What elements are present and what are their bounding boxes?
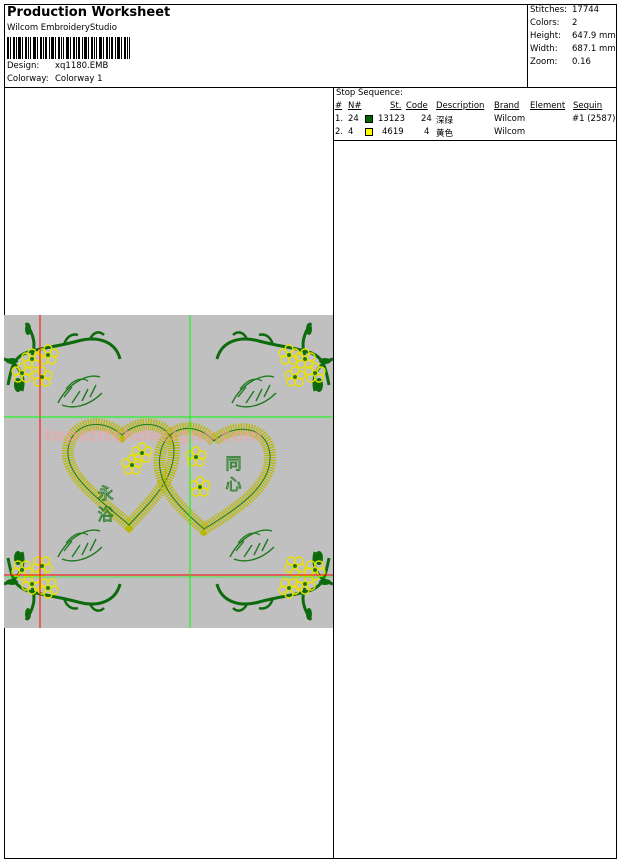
watermark-text: topstitchdesigns.com — [44, 425, 262, 446]
design-value: xq1180.EMB — [55, 61, 109, 71]
color-swatch — [365, 115, 373, 123]
embroidery-design: 永 浴 同 心 topstitchdesigns.com — [4, 315, 333, 628]
colorway-label: Colorway: — [7, 74, 49, 84]
stat-width: Width: 687.1 mm — [530, 44, 616, 54]
heart-left-text: 永 浴 — [95, 485, 114, 522]
col-header: Element — [530, 101, 566, 111]
barcode-icon — [7, 37, 130, 59]
stat-zoom: Zoom: 0.16 — [530, 57, 591, 67]
col-header: Brand — [494, 101, 520, 111]
stat-height: Height: 647.9 mm — [530, 31, 616, 41]
colorway-value: Colorway 1 — [55, 74, 103, 84]
worksheet-header: Production Worksheet Wilcom EmbroiderySt… — [4, 4, 617, 88]
col-header: Description — [436, 101, 485, 111]
page-title: Production Worksheet — [7, 5, 171, 20]
company-name: Wilcom EmbroideryStudio — [7, 23, 117, 33]
stat-colors: Colors: 2 — [530, 18, 578, 28]
heart-right-text: 同 心 — [223, 455, 242, 492]
color-swatch — [365, 128, 373, 136]
col-header: N# — [348, 101, 362, 111]
stop-sequence-title: Stop Sequence: — [336, 88, 403, 98]
col-header: Code — [406, 101, 428, 111]
stat-stitches: Stitches: 17744 — [530, 5, 600, 15]
design-label: Design: — [7, 61, 40, 71]
stats-panel: Stitches: 17744 Colors: 2 Height: 647.9 mm … — [527, 4, 618, 87]
col-header: Sequin — [573, 101, 603, 111]
design-preview: 永 浴 同 心 topstitchdesigns.com — [4, 315, 333, 628]
col-header: # — [335, 101, 343, 111]
stop-sequence-table: Stop Sequence: # N# St. Code Description… — [334, 88, 617, 141]
col-header: St. — [390, 101, 402, 111]
colorway-row: Colorway: Colorway 1 — [7, 74, 103, 84]
design-row: Design: xq1180.EMB — [7, 61, 108, 71]
column-divider — [333, 88, 334, 859]
